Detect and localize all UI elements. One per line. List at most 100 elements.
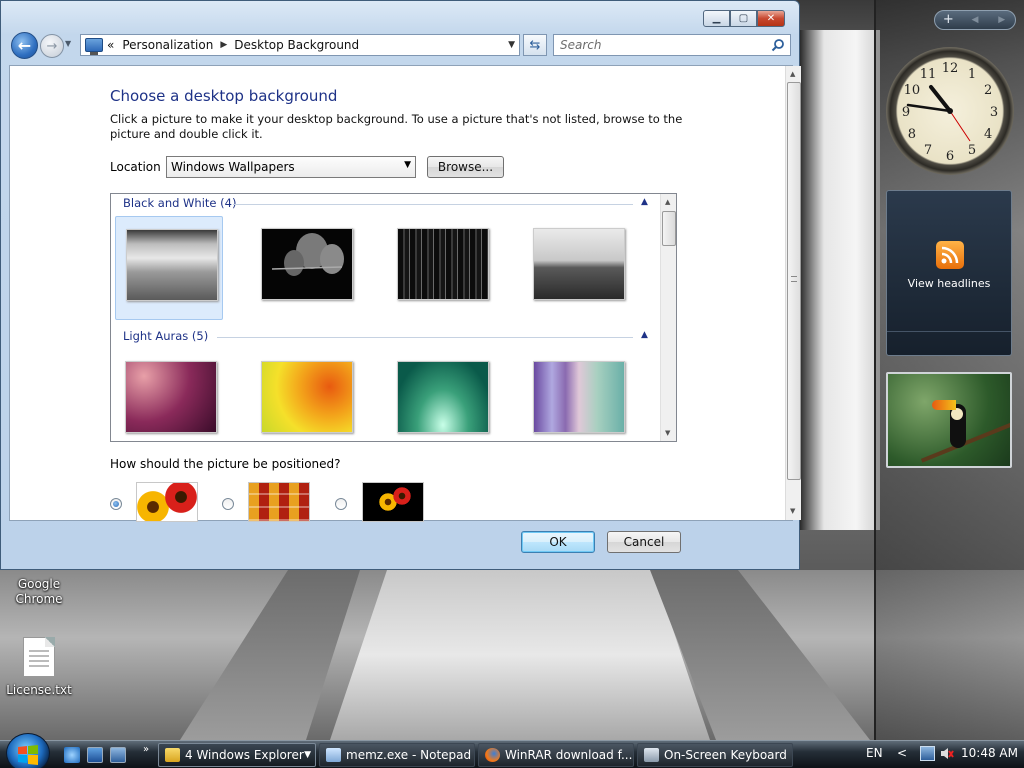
breadcrumb-desktop-background[interactable]: Desktop Background [234, 38, 359, 52]
clock-numeral: 5 [968, 143, 976, 158]
clock-numeral: 4 [984, 127, 992, 142]
content-scroll-thumb[interactable] [787, 82, 801, 480]
firefox-icon [485, 748, 500, 762]
switch-windows-icon[interactable] [110, 747, 126, 763]
breadcrumb-root[interactable]: « [107, 38, 114, 52]
search-icon[interactable] [771, 38, 785, 52]
position-question: How should the picture be positioned? [110, 457, 341, 471]
maximize-button[interactable]: ▢ [730, 10, 757, 27]
refresh-button[interactable]: ⇆ [523, 34, 547, 56]
clock-numeral: 6 [946, 149, 954, 164]
wallpaper-thumbnail-bw-city-night[interactable] [387, 216, 495, 320]
wallpaper-thumbnail-bw-leaf[interactable] [251, 216, 359, 320]
clock-numeral: 8 [908, 127, 916, 142]
desktop-icon-label: Google Chrome [15, 577, 63, 606]
show-desktop-icon[interactable] [87, 747, 103, 763]
view-headlines-label[interactable]: View headlines [887, 277, 1011, 290]
search-input[interactable]: Search [553, 34, 791, 56]
desktop-background-window: ▁ ▢ ✕ ← → ▼ « Personalization ▶ Desktop … [0, 0, 801, 570]
internet-explorer-icon[interactable] [64, 747, 80, 763]
network-icon[interactable] [920, 746, 935, 761]
taskbar-button-on-screen-keyboard[interactable]: On-Screen Keyboard [637, 743, 793, 767]
desktop-icon-label: License.txt [6, 683, 72, 697]
ok-button[interactable]: OK [521, 531, 595, 553]
taskbar-button-windows-explorer[interactable]: 4 Windows Explorer ▼ [158, 743, 316, 767]
scroll-up-icon[interactable]: ▲ [790, 70, 795, 78]
clock-numeral: 12 [942, 61, 959, 76]
group-header-light-auras[interactable]: Light Auras (5) [123, 329, 208, 343]
scroll-up-icon[interactable]: ▲ [665, 198, 670, 206]
address-bar[interactable]: « Personalization ▶ Desktop Background ▼ [80, 34, 520, 56]
hour-hand [929, 85, 952, 113]
prev-gadget-icon[interactable]: ◀ [962, 11, 989, 29]
volume-muted-icon[interactable] [939, 746, 954, 761]
chevron-down-icon: ▼ [404, 160, 411, 170]
scroll-down-icon[interactable]: ▼ [665, 429, 670, 437]
group-header-black-and-white[interactable]: Black and White (4) [123, 196, 236, 210]
group-dropdown-icon: ▼ [304, 750, 311, 760]
windows-logo-icon [18, 745, 38, 765]
collapse-group-icon[interactable]: ▲ [641, 197, 648, 207]
clock-numeral: 10 [904, 83, 921, 98]
show-hidden-icons-icon[interactable]: < [897, 746, 907, 760]
position-option-fit-image[interactable] [136, 482, 198, 522]
control-panel-icon [85, 38, 103, 55]
page-description: Click a picture to make it your desktop … [110, 112, 683, 141]
desktop-icon-license[interactable]: License.txt [4, 637, 74, 698]
minimize-button[interactable]: ▁ [703, 10, 730, 27]
clock-gadget[interactable]: 12 1 2 3 4 5 6 7 8 9 10 11 [886, 47, 1014, 175]
position-option-tile-image[interactable] [248, 482, 310, 522]
position-radio-tile[interactable] [222, 498, 234, 510]
wallpaper-thumbnail-aura-magenta[interactable] [115, 349, 223, 441]
location-select[interactable]: Windows Wallpapers ▼ [166, 156, 416, 178]
close-button[interactable]: ✕ [757, 10, 785, 27]
scroll-down-icon[interactable]: ▼ [790, 507, 795, 515]
wallpaper-thumbnail-aura-yellow-orange[interactable] [251, 349, 359, 441]
wallpaper-aisle [330, 570, 710, 740]
wallpaper-thumbnail-aura-green-teal[interactable] [387, 349, 495, 441]
gallery-scroll-thumb[interactable] [662, 211, 676, 246]
clock-face: 12 12 3 45678 9 1011 [902, 61, 998, 164]
collapse-group-icon[interactable]: ▲ [641, 330, 648, 340]
position-option-center-image[interactable] [362, 482, 424, 522]
gallery-scrollbar[interactable]: ▲ ▼ [660, 194, 676, 441]
position-radio-center[interactable] [335, 498, 347, 510]
clock-numeral: 9 [902, 105, 910, 120]
browse-button[interactable]: Browse... [427, 156, 504, 178]
position-radio-fit[interactable] [110, 498, 122, 510]
next-gadget-icon[interactable]: ▶ [988, 11, 1015, 29]
slideshow-gadget[interactable] [886, 372, 1012, 468]
feed-headlines-gadget[interactable]: View headlines [886, 190, 1012, 356]
back-button[interactable]: ← [11, 32, 38, 59]
taskbar: » 4 Windows Explorer ▼ memz.exe - Notepa… [0, 733, 1024, 768]
wallpaper-gallery: Black and White (4) ▲ Light Auras (5) ▲ [110, 193, 677, 442]
clock-time[interactable]: 10:48 AM [961, 746, 1018, 760]
wallpaper-thumbnail-aura-vertical-bands[interactable] [523, 349, 631, 441]
text-file-icon [23, 637, 55, 677]
clock-numeral: 7 [924, 143, 932, 158]
content-scrollbar[interactable]: ▲ ▼ [785, 66, 801, 520]
add-gadget-icon[interactable]: + [935, 11, 962, 29]
wallpaper-thumbnail-bw-tree-lake[interactable] [523, 216, 631, 320]
breadcrumb-personalization[interactable]: Personalization [122, 38, 213, 52]
start-button[interactable] [6, 733, 50, 768]
gadget-divider [887, 331, 1011, 332]
wallpaper-thumbnail-bw-train-interior[interactable] [115, 216, 223, 320]
taskbar-button-firefox[interactable]: WinRAR download f... [478, 743, 634, 767]
breadcrumb-separator-icon[interactable]: ▶ [220, 40, 227, 50]
cancel-button[interactable]: Cancel [607, 531, 681, 553]
language-indicator[interactable]: EN [866, 746, 883, 760]
search-placeholder: Search [560, 38, 602, 52]
recent-pages-dropdown[interactable]: ▼ [65, 39, 71, 48]
notepad-icon [326, 748, 341, 762]
forward-button[interactable]: → [40, 34, 64, 58]
taskbar-button-notepad[interactable]: memz.exe - Notepad [319, 743, 475, 767]
clock-numeral: 11 [920, 67, 937, 82]
second-hand [949, 110, 971, 142]
folder-icon [165, 748, 180, 762]
address-dropdown-icon[interactable]: ▼ [508, 40, 515, 50]
photo-branch [920, 421, 1010, 463]
clock-numeral: 1 [968, 67, 976, 82]
window-caption-buttons: ▁ ▢ ✕ [703, 10, 785, 27]
quick-launch-overflow-icon[interactable]: » [143, 744, 149, 755]
